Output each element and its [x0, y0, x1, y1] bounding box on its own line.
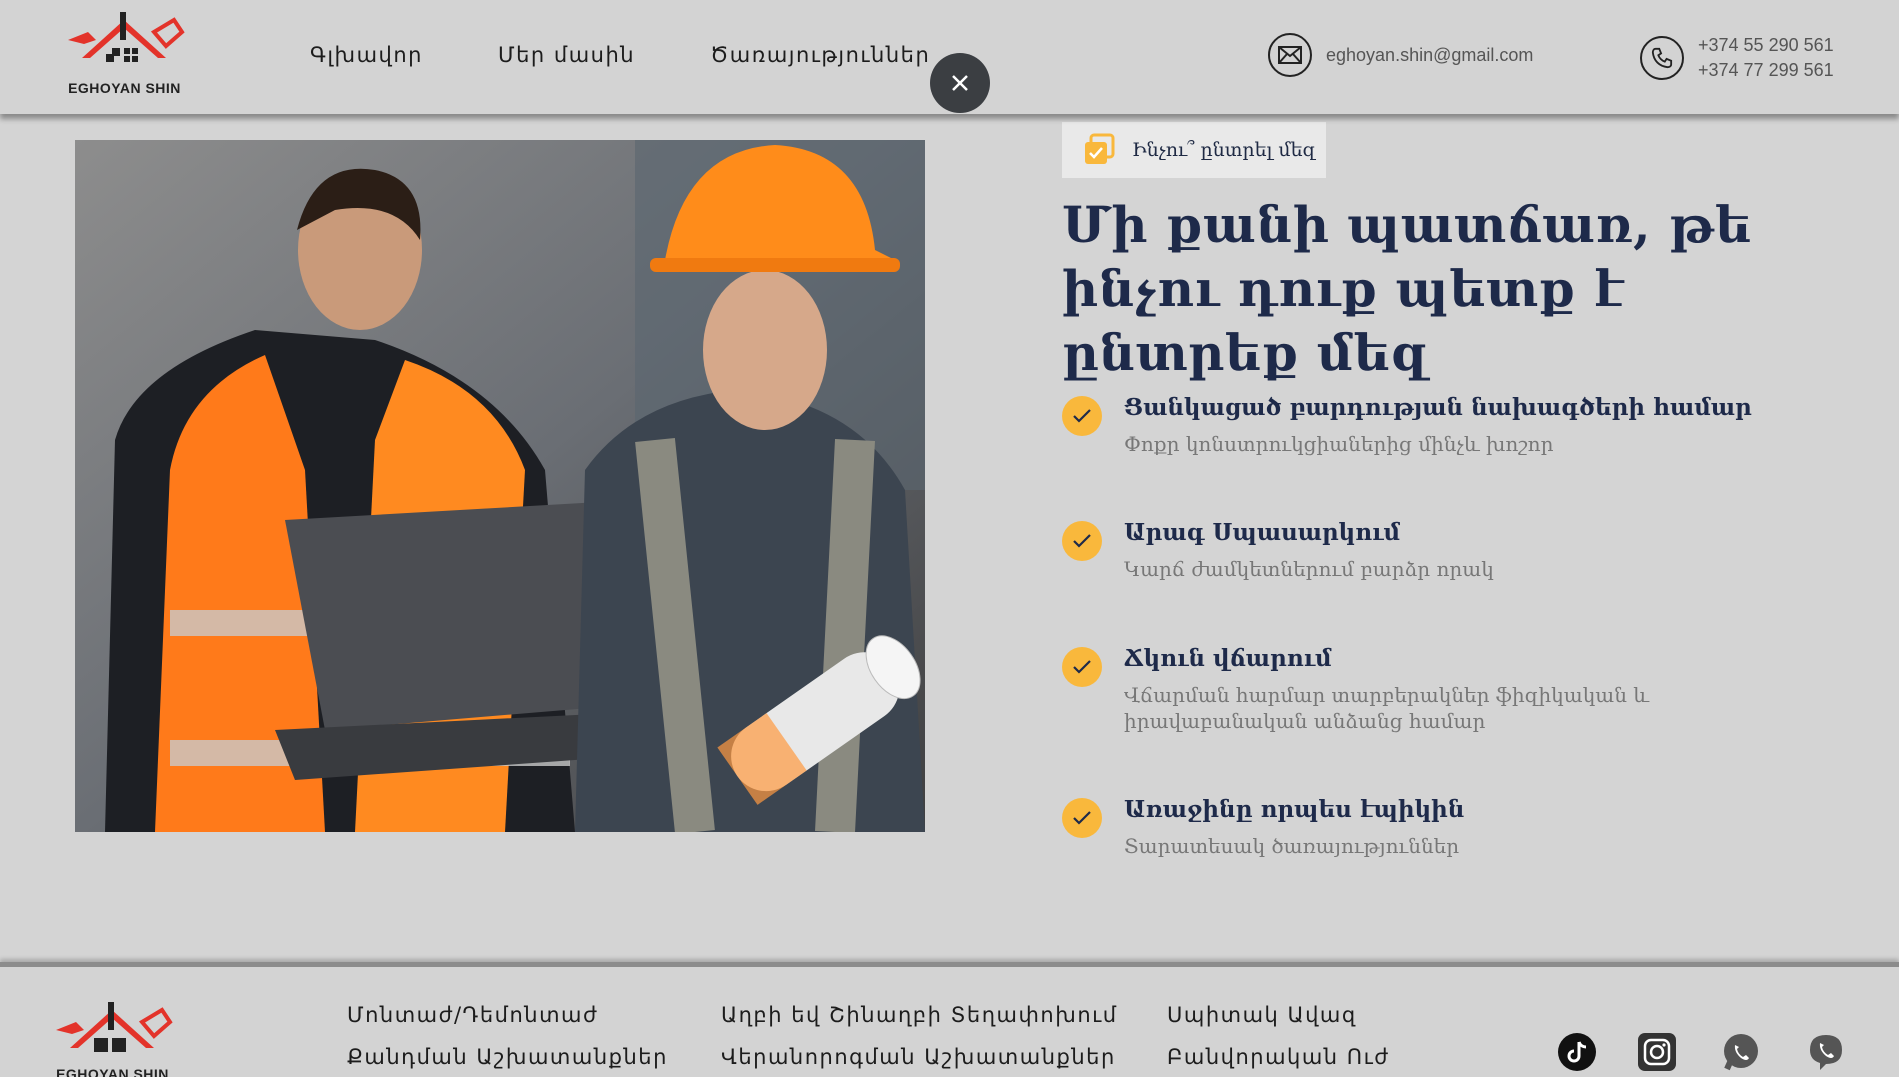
features-list: Ցանկացած բարդության նախագծերի համար Փոքր… [1062, 390, 1782, 859]
feature-title: Ցանկացած բարդության նախագծերի համար [1124, 394, 1752, 421]
check-icon [1062, 396, 1102, 436]
feature-desc: Փոքր կոնստրուկցիաներից մինչև խոշոր [1124, 432, 1554, 456]
phone-2[interactable]: +374 77 299 561 [1698, 58, 1834, 83]
phone-icon [1640, 36, 1684, 80]
check-icon [1062, 521, 1102, 561]
close-icon [952, 75, 968, 91]
page-headline: Մի քանի պատճառ, թե ինչու դուք պետք է ընտ… [1062, 195, 1752, 382]
check-icon [1062, 647, 1102, 687]
feature-desc: Կարճ ժամկետներում բարձր որակ [1124, 557, 1494, 581]
logo-emblem-icon [68, 12, 185, 62]
footer-col-1: Մոնտաժ/Դեմոնտաժ Քանդման Աշխատանքներ [347, 1003, 668, 1077]
workers-photo [75, 140, 925, 832]
footer-link-demolition[interactable]: Քանդման Աշխատանքներ [347, 1045, 668, 1069]
footer-col-2: Աղբի եվ Շինաղբի Տեղափոխում Վերանորոգման … [721, 1003, 1118, 1077]
nav-home[interactable]: Գլխավոր [310, 43, 423, 67]
footer-logo-text: EGHOYAN SHIN [56, 1066, 169, 1077]
contact-email[interactable]: eghoyan.shin@gmail.com [1268, 33, 1533, 77]
viber-icon[interactable] [1806, 1032, 1846, 1072]
feature-title: Ճկուն վճարում [1124, 645, 1332, 672]
whatsapp-icon[interactable] [1721, 1032, 1761, 1072]
main-nav: Գլխավոր Մեր մասին Ծառայություններ [310, 43, 1005, 67]
why-us-badge: Ինչու՞ ընտրել մեզ [1062, 122, 1326, 178]
check-icon [1062, 798, 1102, 838]
footer-link-waste-removal[interactable]: Աղբի եվ Շինաղբի Տեղափոխում [721, 1003, 1118, 1027]
footer-link-renovation[interactable]: Վերանորոգման Աշխատանքներ [721, 1045, 1118, 1069]
feature-title: Արագ Սպասարկում [1124, 519, 1401, 546]
badge-label: Ինչու՞ ընտրել մեզ [1132, 139, 1316, 161]
nav-services[interactable]: Ծառայություններ [710, 43, 930, 67]
footer-link-assembly[interactable]: Մոնտաժ/Դեմոնտաժ [347, 1003, 668, 1027]
close-button[interactable] [930, 53, 990, 113]
feature-item: Առաջինը որպես էպիկին Տարատեսակ ծառայությ… [1062, 796, 1782, 859]
footer-link-labor-force[interactable]: Բանվորական Ուժ [1167, 1045, 1390, 1069]
feature-item: Ցանկացած բարդության նախագծերի համար Փոքր… [1062, 394, 1782, 515]
feature-item: Արագ Սպասարկում Կարճ ժամկետներում բարձր … [1062, 519, 1782, 641]
site-footer: EGHOYAN SHIN Մոնտաժ/Դեմոնտաժ Քանդման Աշխ… [0, 962, 1899, 1077]
email-text: eghoyan.shin@gmail.com [1326, 44, 1534, 65]
feature-desc: Տարատեսակ ծառայություններ [1124, 834, 1460, 858]
footer-link-white-sand[interactable]: Սպիտակ Ավազ [1167, 1003, 1390, 1027]
checklist-icon [1085, 133, 1115, 164]
feature-title: Առաջինը որպես էպիկին [1124, 796, 1465, 823]
phone-1[interactable]: +374 55 290 561 [1698, 33, 1834, 58]
logo-emblem-icon [56, 1002, 173, 1052]
mail-icon [1268, 33, 1312, 77]
footer-col-3: Սպիտակ Ավազ Բանվորական Ուժ [1167, 1003, 1390, 1077]
feature-desc: Վճարման հարմար տարբերակներ ֆիզիկական և ի… [1124, 683, 1650, 733]
site-logo[interactable]: EGHOYAN SHIN [62, 10, 187, 98]
logo-text: EGHOYAN SHIN [68, 80, 181, 96]
instagram-icon[interactable] [1637, 1032, 1677, 1072]
nav-about[interactable]: Մեր մասին [498, 43, 635, 67]
footer-logo[interactable]: EGHOYAN SHIN [50, 1000, 175, 1077]
tiktok-icon[interactable] [1557, 1032, 1597, 1072]
contact-phone[interactable]: +374 55 290 561 +374 77 299 561 [1640, 33, 1834, 83]
feature-item: Ճկուն վճարում Վճարման հարմար տարբերակներ… [1062, 645, 1782, 792]
